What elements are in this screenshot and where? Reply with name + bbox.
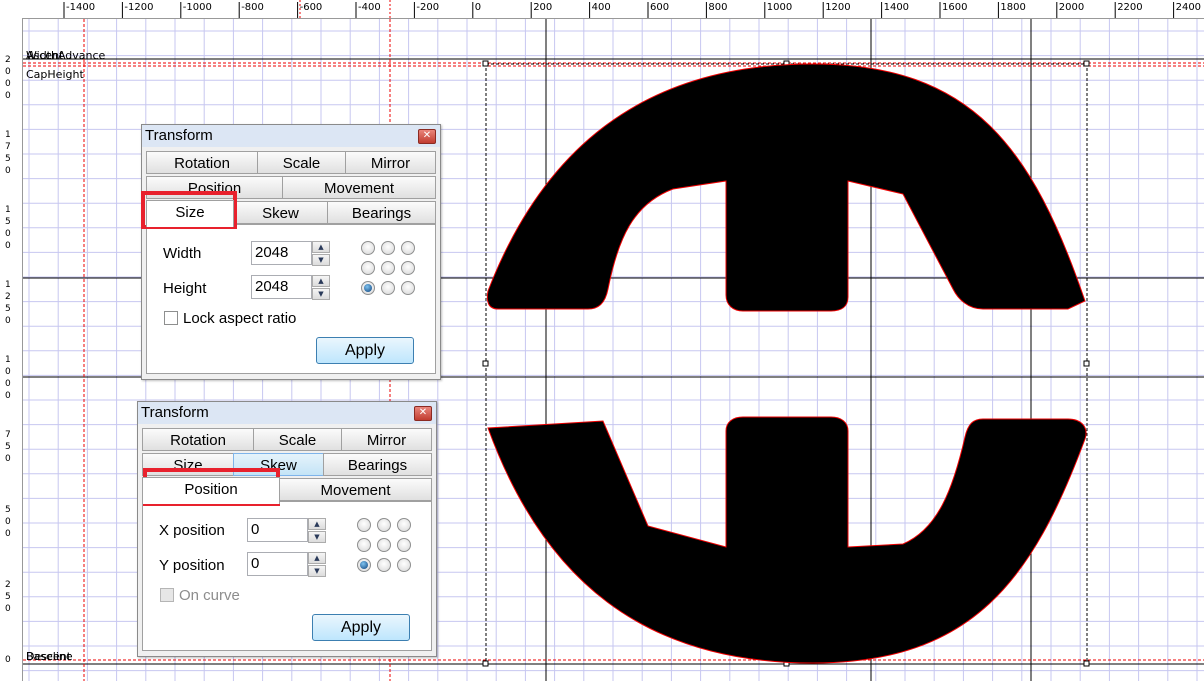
ruler-top-label: -200 (416, 2, 440, 13)
height-input[interactable]: 2048 (251, 275, 312, 299)
width-stepper[interactable]: 2048 ▲ ▼ (251, 241, 330, 266)
dialog-title: Transform (141, 404, 209, 421)
tab-movement[interactable]: Movement (282, 176, 436, 199)
y-position-input[interactable]: 0 (247, 552, 308, 576)
spin-down-icon[interactable]: ▼ (308, 531, 326, 543)
on-curve-label: On curve (179, 587, 240, 604)
ruler-top-label: 1400 (883, 2, 910, 13)
tab-scale[interactable]: Scale (257, 151, 346, 174)
transform-dialog-size[interactable]: Transform ✕ Rotation Scale Mirror Positi… (141, 124, 441, 380)
apply-button[interactable]: Apply (316, 337, 414, 364)
baseline-label: Baseline (26, 650, 73, 663)
anchor-middle-center[interactable] (377, 538, 391, 552)
lock-aspect-label: Lock aspect ratio (183, 310, 297, 327)
ruler-top-label: -1400 (66, 2, 96, 13)
ruler-top-label: 1200 (825, 2, 851, 13)
width-label: Width (163, 245, 202, 262)
anchor-bottom-center[interactable] (377, 558, 391, 572)
tab-position[interactable]: Position (142, 477, 280, 504)
ruler-top-label: -600 (299, 2, 323, 13)
height-stepper[interactable]: 2048 ▲ ▼ (251, 275, 330, 300)
dialog-title-bar[interactable]: Transform ✕ (142, 125, 440, 147)
anchor-middle-center[interactable] (381, 261, 395, 275)
tab-movement[interactable]: Movement (279, 478, 432, 501)
anchor-top-left[interactable] (361, 241, 375, 255)
tab-mirror[interactable]: Mirror (341, 428, 432, 451)
anchor-middle-left[interactable] (361, 261, 375, 275)
anchor-middle-left[interactable] (357, 538, 371, 552)
lock-aspect-checkbox[interactable] (164, 311, 178, 325)
tab-rotation[interactable]: Rotation (146, 151, 258, 174)
spin-up-icon[interactable]: ▲ (312, 275, 330, 287)
vertical-ruler: 200017501500125010007505002500 (0, 18, 23, 681)
ascent-label: Ascent (26, 49, 64, 62)
close-icon[interactable]: ✕ (418, 129, 436, 144)
ruler-top-label: 0 (474, 2, 482, 13)
dialog-title: Transform (145, 127, 213, 144)
spin-up-icon[interactable]: ▲ (308, 552, 326, 564)
anchor-top-right[interactable] (401, 241, 415, 255)
ruler-top-label: 600 (650, 2, 670, 13)
transform-dialog-position[interactable]: Transform ✕ Rotation Scale Mirror Size S… (137, 401, 437, 657)
dialog-title-bar[interactable]: Transform ✕ (138, 402, 436, 424)
height-label: Height (163, 280, 207, 297)
spin-up-icon[interactable]: ▲ (308, 518, 326, 530)
ruler-top-label: 2200 (1117, 2, 1143, 13)
tab-skew[interactable]: Skew (233, 201, 328, 224)
apply-button[interactable]: Apply (312, 614, 410, 641)
anchor-middle-right[interactable] (397, 538, 411, 552)
horizontal-ruler: -1400 -1200 -1000 -800 -600 -400 -200 0 200 400 60… (0, 0, 1204, 19)
ruler-top-label: -1200 (124, 2, 154, 13)
anchor-top-left[interactable] (357, 518, 371, 532)
ruler-top-label: 200 (533, 2, 553, 13)
x-position-stepper[interactable]: 0 ▲ ▼ (247, 518, 326, 543)
ruler-top-label: -400 (358, 2, 381, 13)
ruler-top-label: -1000 (182, 2, 212, 13)
cap-height-label: CapHeight (26, 68, 84, 81)
tab-bearings[interactable]: Bearings (323, 453, 432, 476)
spin-down-icon[interactable]: ▼ (312, 254, 330, 266)
ruler-top-label: 400 (591, 2, 611, 13)
anchor-bottom-left[interactable] (361, 281, 375, 295)
ruler-top-label: 2000 (1058, 2, 1085, 13)
ruler-top-label: 800 (708, 2, 728, 13)
ruler-top-label: 1000 (766, 2, 793, 13)
x-position-input[interactable]: 0 (247, 518, 308, 542)
upper-glyph-shape (486, 63, 1086, 312)
spin-up-icon[interactable]: ▲ (312, 241, 330, 253)
y-position-stepper[interactable]: 0 ▲ ▼ (247, 552, 326, 577)
anchor-bottom-center[interactable] (381, 281, 395, 295)
anchor-top-center[interactable] (377, 518, 391, 532)
anchor-top-right[interactable] (397, 518, 411, 532)
anchor-bottom-right[interactable] (397, 558, 411, 572)
anchor-bottom-left[interactable] (357, 558, 371, 572)
on-curve-checkbox[interactable] (160, 588, 174, 602)
lower-glyph-shape (487, 416, 1087, 664)
spin-down-icon[interactable]: ▼ (308, 565, 326, 577)
tab-rotation[interactable]: Rotation (142, 428, 254, 451)
tab-mirror[interactable]: Mirror (345, 151, 436, 174)
ruler-top-label: 2400 (1175, 2, 1202, 13)
ruler-top-label: 1800 (1000, 2, 1026, 13)
y-position-label: Y position (159, 557, 225, 574)
tab-scale[interactable]: Scale (253, 428, 342, 451)
close-icon[interactable]: ✕ (414, 406, 432, 421)
x-position-label: X position (159, 522, 225, 539)
anchor-bottom-right[interactable] (401, 281, 415, 295)
tab-size[interactable]: Size (146, 200, 234, 227)
ruler-top-label: 1600 (942, 2, 968, 13)
anchor-middle-right[interactable] (401, 261, 415, 275)
ruler-top-label: -800 (241, 2, 264, 13)
anchor-top-center[interactable] (381, 241, 395, 255)
width-input[interactable]: 2048 (251, 241, 312, 265)
spin-down-icon[interactable]: ▼ (312, 288, 330, 300)
tab-bearings[interactable]: Bearings (327, 201, 436, 224)
